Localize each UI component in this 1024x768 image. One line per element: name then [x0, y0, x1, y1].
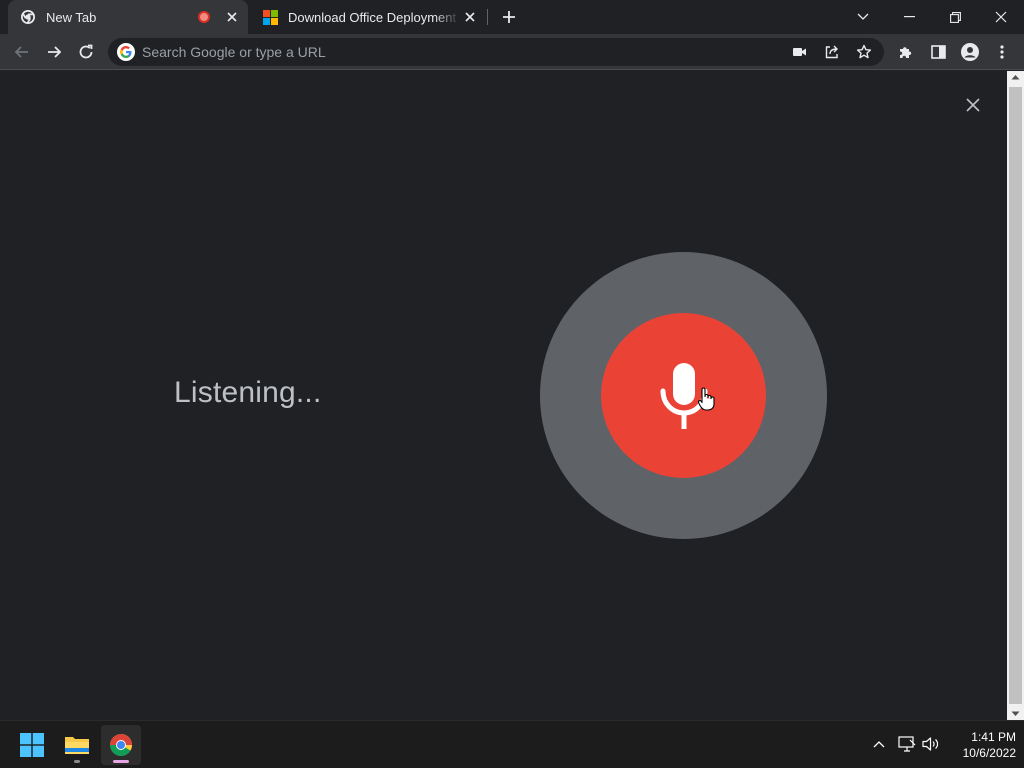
extensions-puzzle-icon[interactable] — [892, 38, 920, 66]
tab-close-icon[interactable] — [460, 7, 480, 27]
google-g-icon — [117, 43, 135, 61]
tab-new-tab[interactable]: New Tab — [8, 0, 248, 34]
forward-button[interactable] — [40, 38, 68, 66]
voice-search-overlay: Listening... — [0, 71, 1007, 720]
app-active-indicator — [113, 760, 129, 763]
microphone-button[interactable] — [601, 313, 766, 478]
tab-download-office[interactable]: Download Office Deployment Tool — [250, 0, 486, 34]
chrome-taskbar-icon[interactable] — [101, 725, 141, 765]
chrome-icon — [20, 9, 36, 25]
close-window-button[interactable] — [978, 0, 1024, 34]
tab-title: Download Office Deployment Tool — [288, 9, 460, 25]
volume-icon[interactable] — [920, 733, 942, 755]
taskbar: 1:41 PM 10/6/2022 — [0, 720, 1024, 768]
menu-kebab-icon[interactable] — [988, 38, 1016, 66]
vertical-scrollbar[interactable] — [1007, 71, 1024, 720]
close-icon[interactable] — [962, 94, 984, 116]
new-tab-button[interactable] — [498, 6, 520, 28]
tab-search-chevron-down-icon[interactable] — [840, 0, 886, 34]
microsoft-icon — [262, 9, 278, 25]
hand-pointer-cursor-icon — [697, 387, 715, 411]
tab-strip: New Tab Download Office Deployment Tool — [0, 0, 1024, 34]
show-hidden-icons-chevron-up-icon[interactable] — [868, 733, 890, 755]
tab-divider — [487, 9, 488, 25]
profile-avatar-icon[interactable] — [956, 38, 984, 66]
listening-status-text: Listening... — [174, 376, 322, 409]
scroll-down-arrow-icon[interactable] — [1011, 711, 1020, 717]
system-clock[interactable]: 1:41 PM 10/6/2022 — [946, 729, 1016, 761]
tab-title: New Tab — [46, 9, 97, 25]
windows-start-icon[interactable] — [12, 725, 52, 765]
bookmark-star-icon[interactable] — [848, 38, 880, 66]
scrollbar-thumb[interactable] — [1009, 87, 1022, 704]
minimize-button[interactable] — [886, 0, 932, 34]
app-running-indicator — [74, 760, 80, 763]
network-icon[interactable] — [896, 733, 918, 755]
share-icon[interactable] — [816, 38, 848, 66]
back-button[interactable] — [8, 38, 36, 66]
file-explorer-icon[interactable] — [57, 725, 97, 765]
restore-button[interactable] — [932, 0, 978, 34]
address-input[interactable] — [142, 44, 784, 60]
clock-date: 10/6/2022 — [962, 746, 1016, 760]
scroll-up-arrow-icon[interactable] — [1011, 74, 1020, 80]
side-panel-icon[interactable] — [924, 38, 952, 66]
camera-icon[interactable] — [784, 38, 816, 66]
recording-indicator-icon — [198, 11, 210, 23]
reload-button[interactable] — [72, 38, 100, 66]
omnibox[interactable] — [108, 38, 884, 66]
tab-close-icon[interactable] — [222, 7, 242, 27]
browser-toolbar — [0, 34, 1024, 70]
clock-time: 1:41 PM — [971, 730, 1016, 744]
